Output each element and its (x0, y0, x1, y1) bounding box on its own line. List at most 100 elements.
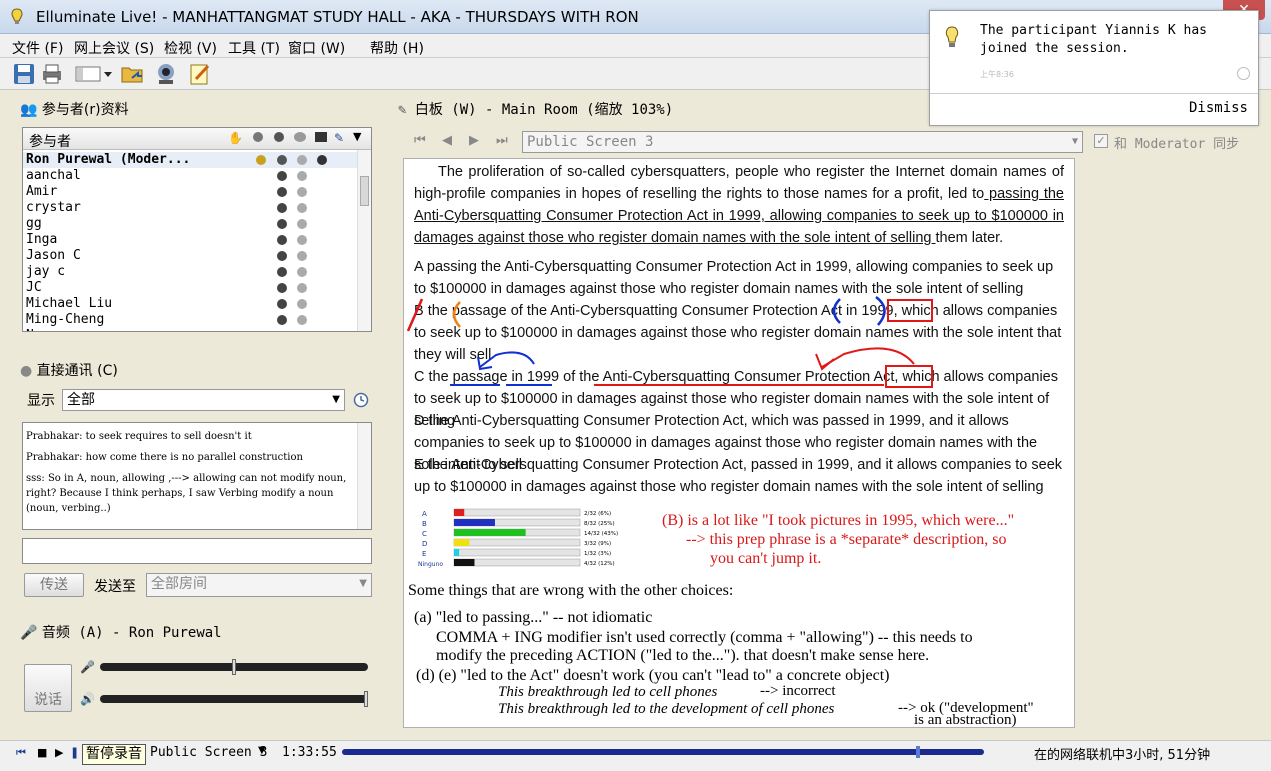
participants-icon: 👥 (20, 102, 38, 118)
playback-time: 1:33:55 (282, 745, 337, 760)
participant-row[interactable]: Jason C (23, 248, 357, 264)
app-share-column-icon[interactable] (315, 132, 327, 142)
video-icon (277, 187, 287, 197)
whiteboard-column-icon[interactable]: ✎ (334, 131, 344, 145)
playback-progress-thumb[interactable] (916, 746, 921, 758)
participant-name: gg (26, 216, 42, 231)
chat-column-icon[interactable] (294, 132, 306, 142)
participant-name: jay c (26, 264, 66, 279)
load-file-icon[interactable] (120, 62, 144, 86)
sync-checkbox[interactable]: ✓ (1094, 134, 1108, 148)
column-menu-chevron-icon[interactable]: ▼ (353, 130, 361, 143)
chevron-down-icon: ▼ (1071, 136, 1078, 147)
participant-row[interactable]: jay c (23, 264, 357, 280)
send-to-select[interactable]: 全部房间 ▼ (146, 573, 372, 597)
stop-icon[interactable]: ■ (37, 746, 47, 759)
poll-bar-track (453, 538, 581, 547)
screen-select[interactable]: Public Screen 3 ▼ (522, 131, 1083, 153)
chat-bubble-icon: ● (20, 363, 33, 379)
mic-slider-thumb[interactable] (232, 659, 236, 675)
send-to-value: 全部房间 (151, 576, 207, 592)
participant-row[interactable]: aanchal (23, 168, 357, 184)
menu-tools[interactable]: 工具 (T) (228, 38, 280, 58)
menu-session[interactable]: 网上会议 (S) (74, 38, 154, 58)
webcam-icon[interactable] (154, 62, 178, 86)
send-button[interactable]: 传送 (24, 573, 84, 597)
video-icon (277, 331, 287, 332)
next-screen-icon[interactable]: ▶ (469, 133, 479, 148)
dismiss-button[interactable]: Dismiss (1189, 100, 1248, 116)
ink-box (885, 365, 933, 388)
print-icon[interactable] (40, 62, 64, 86)
send-to-label: 发送至 (94, 579, 136, 595)
speaker-volume-slider[interactable] (100, 691, 368, 707)
participants-table: 参与者 ✋ ✎ ▼ Ron Purewal (Moder... aanchal Am… (22, 127, 372, 332)
scroll-thumb[interactable] (360, 176, 369, 206)
video-icon (277, 155, 287, 165)
layout-dropdown-icon[interactable] (74, 62, 114, 86)
annotation-line: you can't jump it. (710, 550, 822, 567)
participant-row[interactable]: Ron Purewal (Moder... (23, 152, 357, 168)
participant-row[interactable]: JC (23, 280, 357, 296)
menu-file[interactable]: 文件 (F) (12, 38, 63, 58)
previous-screen-icon[interactable]: ◀ (442, 133, 452, 148)
chevron-down-icon[interactable]: ▼ (258, 745, 266, 756)
poll-category-label: B (422, 520, 427, 528)
menu-view[interactable]: 检视 (V) (164, 38, 217, 58)
poll-category-label: C (422, 530, 427, 538)
audio-title: 音频 (A) - Ron Purewal (41, 625, 222, 641)
talk-button[interactable]: 说话 (24, 664, 72, 712)
poll-value-label: 8/32 (25%) (584, 521, 615, 527)
participant-row[interactable]: Inga (23, 232, 357, 248)
chat-icon (297, 251, 307, 261)
chat-input[interactable] (22, 538, 372, 564)
notes-icon[interactable] (188, 62, 212, 86)
participants-column-label: 参与者 (29, 134, 71, 150)
poll-bar (454, 559, 475, 566)
hand-icon[interactable]: ✋ (228, 131, 243, 145)
participants-scrollbar[interactable] (357, 150, 371, 331)
display-filter-select[interactable]: 全部 ▼ (62, 389, 345, 411)
menu-window[interactable]: 窗口 (W) (288, 38, 345, 58)
poll-bar (454, 539, 470, 546)
participant-row[interactable]: gg (23, 216, 357, 232)
notification-radio-icon[interactable] (1237, 67, 1250, 80)
participant-row[interactable]: N (23, 328, 357, 332)
chat-icon (297, 267, 307, 277)
first-screen-icon[interactable]: ⏮ (414, 133, 426, 148)
whiteboard-canvas[interactable]: The proliferation of so-called cybersqua… (403, 158, 1075, 728)
participant-row[interactable]: Michael Liu (23, 296, 357, 312)
chat-message: Prabhakar: to seek requires to sell does… (26, 431, 252, 442)
ink-paren (832, 298, 841, 324)
save-icon[interactable] (12, 62, 36, 86)
microphone-icon: 🎤 (20, 625, 38, 641)
chat-icon (297, 299, 307, 309)
participant-row[interactable]: crystar (23, 200, 357, 216)
poll-bar (454, 509, 465, 516)
last-screen-icon[interactable]: ⏭ (496, 133, 508, 148)
display-filter-value: 全部 (67, 392, 95, 408)
ink-arrow (479, 351, 535, 368)
participant-row[interactable]: Ming-Cheng (23, 312, 357, 328)
screen-label[interactable]: Public Screen 3 (150, 745, 267, 760)
menu-help[interactable]: 帮助 (H) (370, 38, 424, 58)
poll-category-label: D (422, 540, 427, 548)
participant-name: N (26, 328, 34, 331)
mic-level-icon: 🎤 (80, 660, 95, 674)
notes-line: COMMA + ING modifier isn't used correctl… (436, 629, 973, 646)
participant-row[interactable]: Amir (23, 184, 357, 200)
microphone-column-icon[interactable] (253, 132, 263, 142)
chat-scrollbar[interactable] (357, 423, 371, 529)
chat-header: ● 直接通讯 (C) (20, 360, 118, 380)
whiteboard-title: 白板 (W) - Main Room (缩放 103%) (414, 102, 674, 118)
clock-icon[interactable] (353, 392, 369, 408)
video-icon (277, 267, 287, 277)
rewind-icon[interactable]: ⏮ (16, 746, 26, 760)
play-icon[interactable]: ▶ (55, 746, 63, 759)
video-icon (277, 283, 287, 293)
video-column-icon[interactable] (274, 132, 284, 142)
poll-value-label: 4/32 (12%) (584, 561, 615, 567)
speaker-slider-thumb[interactable] (364, 691, 368, 707)
playback-progress-track[interactable] (342, 746, 984, 758)
mic-volume-slider[interactable] (100, 659, 368, 675)
